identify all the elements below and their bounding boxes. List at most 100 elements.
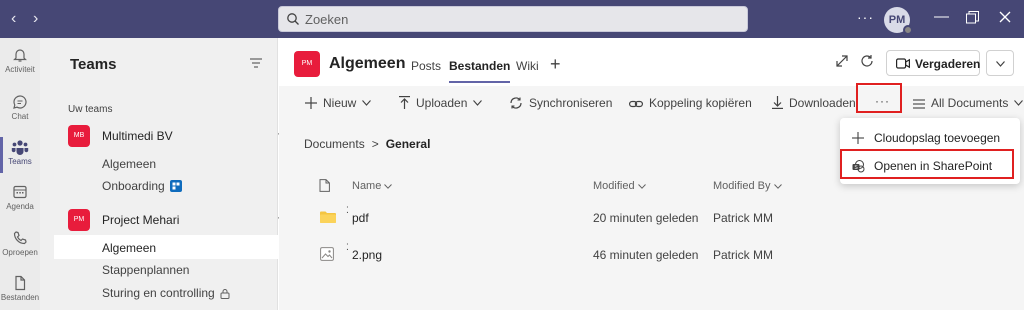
sharepoint-option-highlight [840, 149, 1014, 179]
teams-icon [11, 140, 29, 155]
plus-icon [305, 97, 317, 109]
copy-link-label: Koppeling kopiëren [649, 96, 752, 110]
column-header-modified[interactable]: Modified [593, 180, 646, 192]
column-header-modified-by[interactable]: Modified By [713, 180, 782, 192]
menu-item-add-cloud-storage[interactable]: Cloudopslag toevoegen [840, 124, 1020, 152]
upload-button[interactable]: Uploaden [399, 96, 483, 110]
table-row[interactable]: ⁚ pdf 20 minuten geleden Patrick MM [279, 203, 1024, 233]
team-item-multimedi[interactable]: MB Multimedi BV ··· [68, 124, 292, 148]
tab-wiki[interactable]: Wiki [516, 59, 539, 73]
sync-label: Synchroniseren [529, 96, 613, 110]
toolbar-more-button[interactable]: ··· [875, 94, 890, 108]
breadcrumb-current: General [385, 137, 431, 151]
team-name: Project Mehari [102, 213, 180, 227]
expand-icon[interactable] [835, 54, 849, 68]
column-label: Name [352, 180, 382, 192]
new-item-sparkle-icon: ⁚ [346, 205, 349, 215]
search-placeholder: Zoeken [305, 12, 349, 27]
channel-avatar: PM [294, 51, 320, 77]
channel-item-onboarding[interactable]: Onboarding [102, 179, 182, 193]
file-modified-by: Patrick MM [713, 248, 773, 262]
chevron-down-icon [773, 184, 782, 189]
presence-indicator [903, 25, 913, 35]
upload-label: Uploaden [416, 96, 468, 110]
search-input[interactable]: Zoeken [278, 6, 748, 32]
channel-label: Onboarding [102, 179, 165, 193]
channel-header: PM Algemeen Posts Bestanden Wiki + Verga… [279, 38, 1024, 86]
app-tile-icon [169, 180, 182, 192]
team-item-project-mehari[interactable]: PM Project Mehari ··· [68, 208, 292, 232]
file-modified: 20 minuten geleden [593, 211, 699, 225]
chevron-down-icon [637, 184, 646, 189]
appbar-item-calls[interactable]: Oproepen [0, 230, 40, 257]
chevron-down-icon [362, 100, 372, 106]
appbar-item-chat[interactable]: Chat [0, 94, 40, 121]
breadcrumb-root[interactable]: Documents [304, 137, 365, 151]
download-label: Downloaden [789, 96, 856, 110]
appbar-item-files[interactable]: Bestanden [0, 275, 40, 302]
file-name[interactable]: pdf [352, 211, 369, 225]
file-icon [15, 275, 26, 291]
search-icon [287, 13, 299, 25]
link-icon [629, 100, 643, 108]
more-options-button[interactable]: ··· [857, 9, 874, 25]
chevron-down-icon [1014, 100, 1024, 106]
appbar-item-teams[interactable]: Teams [0, 137, 40, 173]
meet-button[interactable]: Vergaderen [886, 50, 980, 76]
appbar-label: Chat [11, 112, 29, 121]
channel-item-sturing[interactable]: Sturing en controlling [102, 286, 230, 300]
channel-item-algemeen-selected[interactable]: Algemeen [102, 241, 156, 255]
column-label: Modified By [713, 180, 771, 192]
appbar-item-calendar[interactable]: Agenda [0, 184, 40, 211]
plus-icon [852, 132, 864, 144]
chevron-down-icon [473, 100, 483, 106]
appbar-label: Agenda [6, 202, 34, 211]
copy-link-button[interactable]: Koppeling kopiëren [629, 96, 752, 110]
menu-item-label: Cloudopslag toevoegen [874, 131, 1001, 145]
column-header-name[interactable]: Name [352, 180, 393, 192]
phone-icon [13, 231, 27, 245]
appbar-item-activity[interactable]: Activiteit [0, 47, 40, 74]
channel-item-stappenplannen[interactable]: Stappenplannen [102, 263, 189, 277]
file-type-icon[interactable] [319, 179, 330, 192]
channel-item-algemeen[interactable]: Algemeen [102, 157, 156, 171]
new-item-sparkle-icon: ⁚ [346, 242, 349, 252]
lock-icon [220, 289, 230, 299]
avatar[interactable]: PM [884, 7, 913, 35]
file-name[interactable]: 2.png [352, 248, 382, 262]
meet-label: Vergaderen [915, 57, 981, 71]
chevron-down-icon [996, 61, 1005, 67]
close-icon[interactable] [999, 11, 1011, 23]
breadcrumb: Documents > General [304, 137, 430, 151]
sync-button[interactable]: Synchroniseren [509, 96, 612, 110]
tab-posts[interactable]: Posts [411, 59, 441, 73]
view-selector[interactable]: All Documents [913, 96, 1024, 110]
appbar-label: Teams [8, 157, 32, 166]
filter-icon[interactable] [250, 58, 262, 68]
refresh-icon[interactable] [860, 54, 874, 68]
add-tab-button[interactable]: + [550, 54, 561, 75]
chevron-right-icon[interactable]: › [33, 10, 38, 28]
channel-label: Sturing en controlling [102, 286, 215, 300]
new-button[interactable]: Nieuw [305, 96, 372, 110]
download-button[interactable]: Downloaden [772, 96, 856, 110]
bell-icon [13, 49, 27, 62]
appbar-label: Oproepen [2, 248, 38, 257]
meet-dropdown-button[interactable] [986, 50, 1014, 76]
list-view-icon [913, 99, 925, 109]
calendar-icon [13, 185, 27, 199]
avatar-initials: PM [888, 14, 906, 26]
tab-files[interactable]: Bestanden [449, 59, 511, 83]
chevron-left-icon[interactable]: ‹ [11, 10, 16, 28]
video-camera-icon [896, 58, 910, 69]
chat-icon [13, 95, 27, 109]
download-icon [772, 96, 783, 109]
channel-title: Algemeen [329, 55, 406, 72]
minimize-icon[interactable]: — [934, 8, 949, 25]
breadcrumb-separator: > [371, 137, 379, 151]
file-modified-by: Patrick MM [713, 211, 773, 225]
file-modified: 46 minuten geleden [593, 248, 699, 262]
restore-icon[interactable] [966, 11, 979, 24]
team-avatar: PM [68, 209, 90, 231]
table-row[interactable]: ⁚ 2.png 46 minuten geleden Patrick MM [279, 240, 1024, 270]
